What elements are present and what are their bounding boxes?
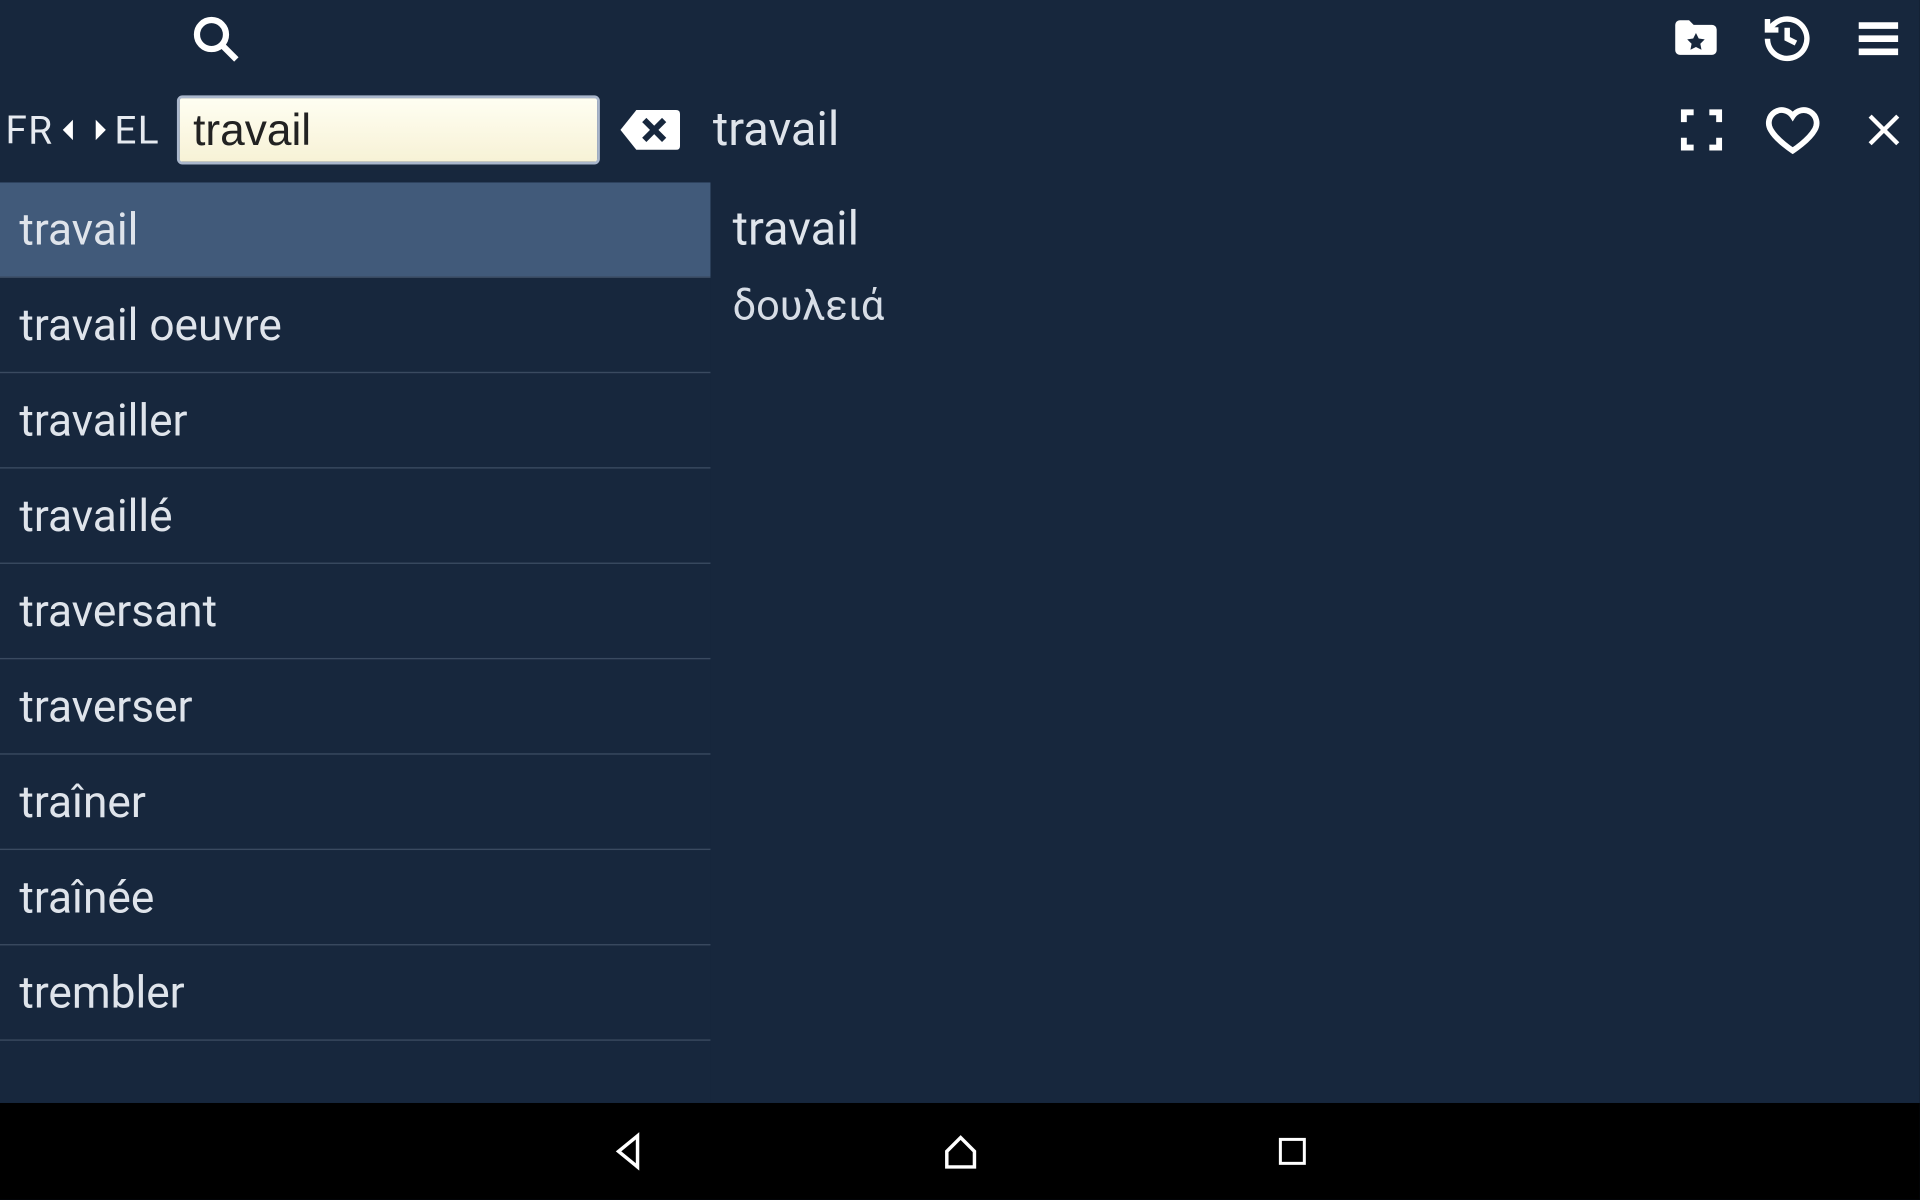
chevron-left-icon <box>54 111 84 150</box>
suggestion-item[interactable]: trembler <box>0 945 710 1040</box>
chevron-right-icon <box>84 111 114 150</box>
search-input[interactable] <box>177 95 600 164</box>
nav-home-icon[interactable] <box>932 1124 987 1179</box>
suggestion-item[interactable]: travail oeuvre <box>0 278 710 373</box>
suggestion-item[interactable]: travail <box>0 182 710 277</box>
suggestion-item[interactable]: traverser <box>0 659 710 754</box>
lang-to: EL <box>114 107 160 153</box>
suggestion-item[interactable]: traîner <box>0 755 710 850</box>
fullscreen-icon[interactable] <box>1674 102 1729 157</box>
translation-panel: travail δουλειά <box>710 182 1919 1103</box>
suggestion-item[interactable]: travailler <box>0 373 710 468</box>
suggestion-list: travailtravail oeuvretravaillertravaillé… <box>0 182 710 1040</box>
suggestion-item[interactable]: traversant <box>0 564 710 659</box>
nav-recent-icon[interactable] <box>1264 1124 1319 1179</box>
result-headword: travail <box>733 202 1898 257</box>
favorite-icon[interactable] <box>1765 102 1820 157</box>
favorites-folder-icon[interactable] <box>1668 11 1723 66</box>
title-word: travail <box>713 102 839 157</box>
suggestion-item[interactable]: travaillé <box>0 469 710 564</box>
history-icon[interactable] <box>1760 11 1815 66</box>
clear-search-button[interactable] <box>616 102 680 157</box>
search-row: FR EL travail <box>0 77 1920 182</box>
lang-from: FR <box>6 107 54 153</box>
suggestion-item[interactable]: traînée <box>0 850 710 945</box>
top-bar <box>0 0 1920 77</box>
main-content: travailtravail oeuvretravaillertravaillé… <box>0 182 1920 1103</box>
nav-back-icon[interactable] <box>601 1124 656 1179</box>
android-navbar <box>0 1103 1920 1200</box>
menu-icon[interactable] <box>1851 11 1906 66</box>
result-translation: δουλειά <box>733 282 1898 330</box>
language-switcher[interactable]: FR EL <box>0 107 160 153</box>
close-icon[interactable] <box>1856 102 1911 157</box>
search-icon[interactable] <box>188 11 243 66</box>
